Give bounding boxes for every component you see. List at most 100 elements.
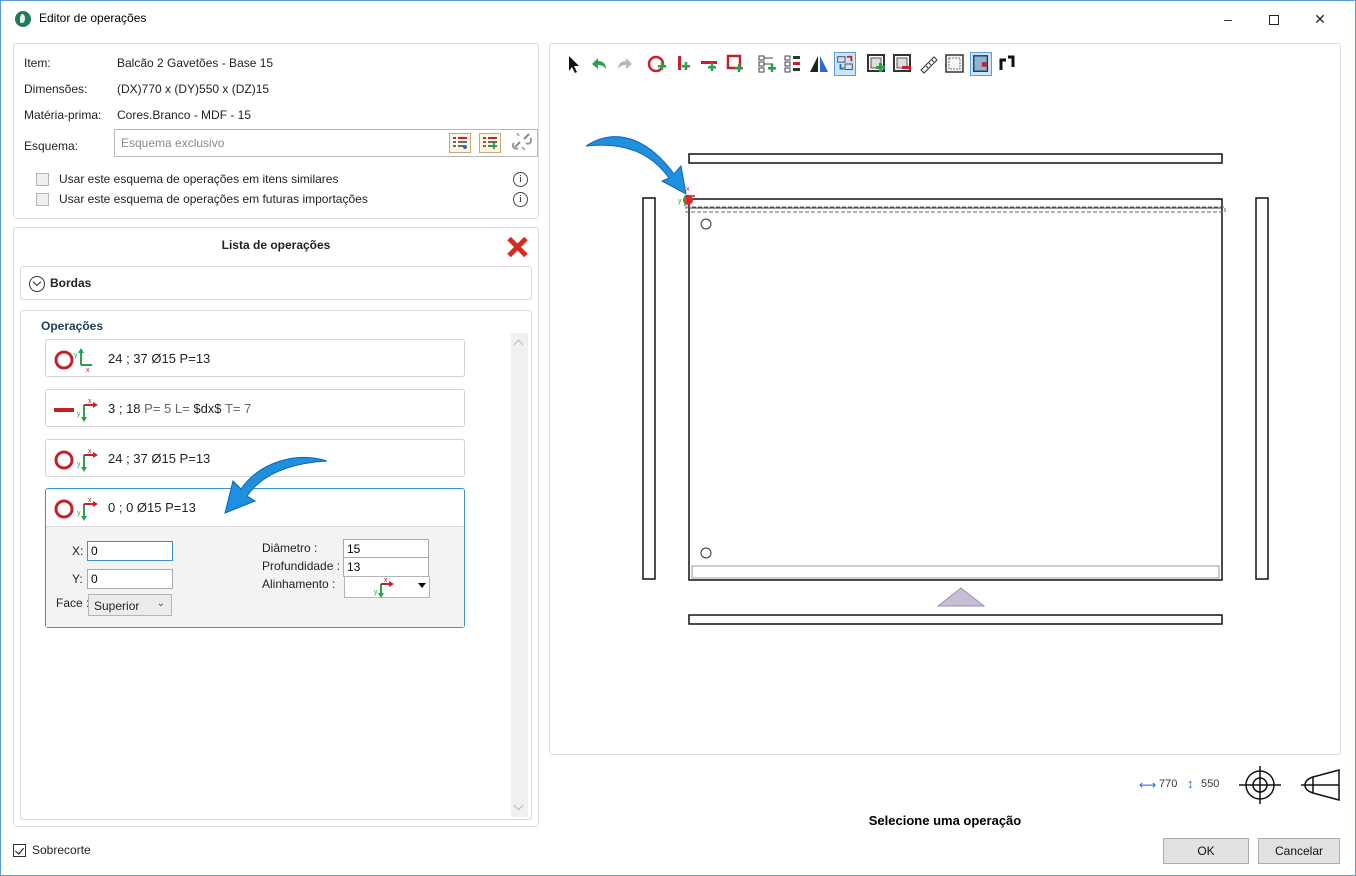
operation-thickness: T= 7 — [224, 401, 252, 416]
svg-text:x: x — [384, 578, 388, 584]
info-similar-icon[interactable]: i — [513, 172, 528, 187]
sobrecorte-checkbox[interactable] — [13, 844, 26, 857]
origin-axis-x: x — [686, 186, 690, 193]
drill-hole-top[interactable] — [700, 218, 712, 230]
save-scheme-button[interactable] — [479, 133, 501, 153]
depth-label: Profundidade : — [262, 559, 341, 573]
left-edge-strip — [642, 197, 656, 580]
load-scheme-button[interactable] — [449, 133, 471, 153]
alignment-label: Alinhamento : — [262, 577, 336, 591]
scroll-up-icon[interactable] — [513, 339, 524, 350]
x-label: X: — [72, 544, 84, 558]
right-edge-strip — [1255, 197, 1269, 580]
item-label: Item: — [24, 56, 51, 70]
similar-items-label: Usar este esquema de operações em itens … — [59, 172, 339, 186]
editor-window: Editor de operações – ✕ Item: Balcão 2 G… — [0, 0, 1356, 876]
ok-button[interactable]: OK — [1163, 838, 1249, 864]
callout-arrow-icon — [224, 457, 328, 514]
future-imports-label: Usar este esquema de operações em futura… — [59, 192, 368, 206]
checkmark-icon — [15, 845, 24, 855]
maximize-button[interactable] — [1251, 5, 1297, 33]
y-label: Y: — [72, 572, 83, 586]
close-window-button[interactable]: ✕ — [1297, 5, 1343, 33]
similar-items-checkbox[interactable] — [36, 173, 49, 186]
face-select[interactable]: Superior ⌄ — [88, 594, 172, 616]
center-view-icon[interactable] — [1237, 765, 1283, 805]
callout-arrow-icon — [585, 136, 687, 195]
operations-section: Operações y x 24 ; 37 Ø15 P=13 y x 3 ; 1… — [20, 310, 532, 820]
scheme-label: Esquema: — [24, 139, 79, 153]
panel-outline — [688, 198, 1223, 581]
alignment-origin-icon: y x — [374, 578, 394, 598]
operation-item[interactable]: y x 24 ; 37 Ø15 P=13 — [45, 339, 465, 377]
maximize-icon — [1269, 15, 1279, 26]
material-value: Cores.Branco - MDF - 15 — [117, 108, 252, 122]
operation-length-value: $dx$ — [193, 401, 222, 416]
line-groove-icon: y x — [54, 398, 98, 422]
circle-drill-icon: y x — [54, 448, 98, 472]
operations-list-title: Lista de operações — [221, 238, 331, 252]
dimensions-value: (DX)770 x (DY)550 x (DZ)15 — [117, 82, 270, 96]
operation-item-text: 3 ; 18 P= 5 L= $dx$ T= 7 — [108, 401, 251, 416]
circle-drill-icon: y x — [54, 497, 98, 521]
app-logo-icon — [15, 11, 31, 27]
svg-text:x: x — [88, 398, 92, 405]
orientation-triangle-icon — [936, 587, 986, 607]
operation-item-text: 24 ; 37 Ø15 P=13 — [108, 351, 211, 366]
chevron-down-icon: ⌄ — [156, 598, 165, 609]
scheme-input[interactable] — [119, 135, 439, 151]
height-value: 550 — [1201, 778, 1220, 790]
svg-text:x: x — [86, 367, 90, 372]
material-label: Matéria-prima: — [24, 108, 102, 122]
width-arrow-icon: ⟷ — [1139, 778, 1157, 792]
item-value: Balcão 2 Gavetões - Base 15 — [117, 56, 274, 70]
svg-text:x: x — [88, 448, 92, 455]
operation-item[interactable]: y x 3 ; 18 P= 5 L= $dx$ T= 7 — [45, 389, 465, 427]
y-input[interactable] — [87, 569, 173, 589]
svg-text:y: y — [77, 461, 81, 468]
drill-hole-bottom[interactable] — [700, 547, 712, 559]
operation-depth: P= 5 — [144, 401, 172, 416]
scheme-save-icon — [483, 137, 497, 149]
alignment-select[interactable]: y x — [344, 576, 430, 598]
window-title: Editor de operações — [39, 11, 147, 25]
borders-section-header[interactable]: Bordas — [20, 266, 532, 300]
scheme-field — [114, 129, 538, 157]
width-value: 770 — [1159, 778, 1178, 790]
operation-item-text: 0 ; 0 Ø15 P=13 — [108, 500, 196, 515]
svg-text:y: y — [77, 411, 81, 418]
canvas-panel: x y — [549, 43, 1341, 755]
x-input[interactable] — [87, 541, 173, 561]
delete-operation-icon[interactable] — [506, 236, 528, 258]
top-edge-strip — [688, 153, 1223, 164]
operation-item-text: 24 ; 37 Ø15 P=13 — [108, 451, 211, 466]
item-info-panel: Item: Balcão 2 Gavetões - Base 15 Dimens… — [13, 43, 539, 219]
depth-input[interactable] — [343, 557, 429, 577]
status-message: Selecione uma operação — [868, 813, 1022, 828]
height-arrow-icon: ↕ — [1187, 776, 1194, 791]
operation-detail-panel: X: Y: Face : Superior ⌄ Diâmetro : Profu… — [46, 526, 464, 627]
face-label: Face : — [56, 596, 90, 610]
svg-text:y: y — [77, 510, 81, 517]
face-select-value: Superior — [94, 599, 140, 613]
unlink-scheme-icon[interactable] — [511, 133, 533, 153]
cancel-button[interactable]: Cancelar — [1258, 838, 1340, 864]
perspective-view-icon[interactable] — [1297, 767, 1345, 803]
future-imports-checkbox[interactable] — [36, 193, 49, 206]
operations-scrollbar[interactable] — [511, 333, 528, 817]
diameter-input[interactable] — [343, 539, 429, 559]
operations-section-label: Operações — [41, 319, 104, 333]
svg-text:y: y — [74, 352, 78, 359]
title-bar: Editor de operações – ✕ — [1, 1, 1355, 37]
operations-list-panel: Lista de operações Bordas Operações y x — [13, 227, 539, 827]
circle-drill-icon: y x — [54, 348, 92, 372]
info-future-icon[interactable]: i — [513, 192, 528, 207]
svg-text:y: y — [374, 589, 378, 596]
diameter-label: Diâmetro : — [262, 541, 318, 555]
borders-section-label: Bordas — [50, 276, 92, 290]
scroll-down-icon[interactable] — [513, 800, 524, 811]
dimensions-label: Dimensões: — [24, 82, 88, 96]
minimize-button[interactable]: – — [1205, 5, 1251, 33]
part-drawing: x y — [585, 136, 1269, 625]
scheme-load-icon — [453, 137, 467, 149]
